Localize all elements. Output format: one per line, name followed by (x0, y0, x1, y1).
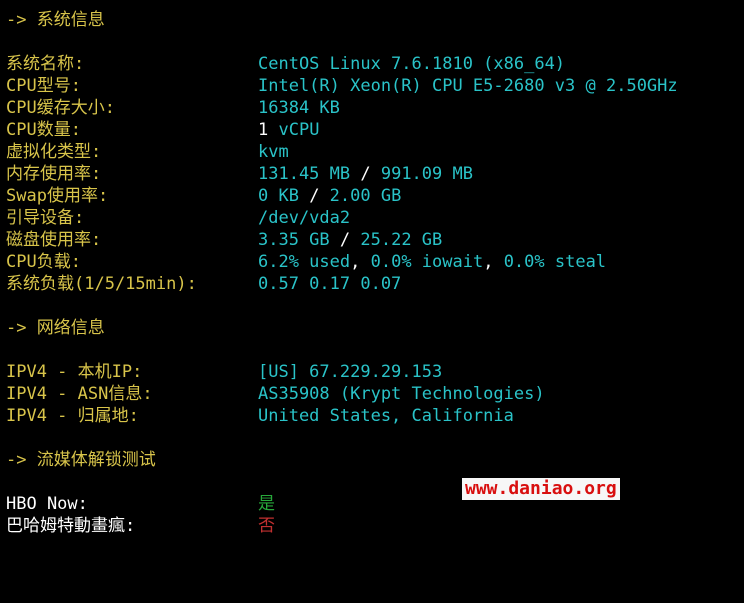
swap-separator: / (298, 186, 330, 206)
cpu-model-label: CPU型号: (6, 76, 81, 96)
swap-usage-value: 0 KB / 2.00 GB (258, 185, 401, 207)
cpu-load-comma-1: , (350, 252, 361, 272)
cpu-used: 6.2% used (258, 252, 351, 272)
system-load-label: 系统负载(1/5/15min): (6, 274, 197, 294)
row-os-name: 系统名称: CentOS Linux 7.6.1810 (x86_64) (6, 53, 742, 75)
ipv4-location-label: IPV4 - 归属地: (6, 406, 139, 426)
cpu-model-value: Intel(R) Xeon(R) CPU E5-2680 v3 @ 2.50GH… (258, 76, 678, 96)
hbo-now-label: HBO Now: (6, 494, 88, 514)
disk-separator: / (329, 230, 361, 250)
virtualization-value: kvm (258, 142, 289, 162)
row-cpu-model: CPU型号: Intel(R) Xeon(R) CPU E5-2680 v3 @… (6, 75, 742, 97)
media-unlock-header: -> 流媒体解锁测试 (6, 450, 156, 470)
virtualization-label: 虚拟化类型: (6, 142, 102, 162)
row-hbo-now: HBO Now: 是 (6, 493, 742, 515)
ipv4-address-value: [US] 67.229.29.153 (258, 362, 443, 382)
row-memory-usage: 内存使用率: 131.45 MB / 991.09 MB (6, 163, 742, 185)
cpu-cache-label: CPU缓存大小: (6, 98, 115, 118)
system-info-header: -> 系统信息 (6, 10, 105, 30)
boot-device-label: 引导设备: (6, 208, 85, 228)
memory-usage-value: 131.45 MB / 991.09 MB (258, 163, 473, 185)
ipv4-address-label: IPV4 - 本机IP: (6, 362, 143, 382)
bahamut-status: 否 (258, 516, 275, 536)
row-ipv4-address: IPV4 - 本机IP: [US] 67.229.29.153 (6, 361, 742, 383)
os-name-value: CentOS Linux 7.6.1810 (x86_64) (258, 54, 566, 74)
cpu-count-label: CPU数量: (6, 120, 81, 140)
row-cpu-cache: CPU缓存大小: 16384 KB (6, 97, 742, 119)
cpu-load-comma-2: , (483, 252, 494, 272)
row-virtualization: 虚拟化类型: kvm (6, 141, 742, 163)
cpu-load-label: CPU负载: (6, 252, 81, 272)
memory-used: 131.45 MB (258, 164, 351, 184)
cpu-steal: 0.0% steal (493, 252, 607, 272)
row-cpu-count: CPU数量: 1 vCPU (6, 119, 742, 141)
cpu-count-number: 1 (258, 120, 269, 140)
ipv4-asn-value: AS35908 (Krypt Technologies) (258, 384, 545, 404)
cpu-cache-value: 16384 KB (258, 98, 340, 118)
hbo-now-status: 是 (258, 494, 275, 514)
bahamut-label: 巴哈姆特動畫瘋: (6, 516, 136, 536)
network-info-header: -> 网络信息 (6, 318, 105, 338)
boot-device-value: /dev/vda2 (258, 208, 351, 228)
disk-usage-label: 磁盘使用率: (6, 230, 102, 250)
row-bahamut: 巴哈姆特動畫瘋: 否 (6, 515, 742, 537)
disk-used: 3.35 GB (258, 230, 330, 250)
disk-total: 25.22 GB (360, 230, 443, 250)
cpu-iowait: 0.0% iowait (360, 252, 484, 272)
memory-usage-label: 内存使用率: (6, 164, 102, 184)
cpu-count-value: 1 vCPU (258, 119, 319, 141)
row-system-load: 系统负载(1/5/15min): 0.57 0.17 0.07 (6, 273, 742, 295)
row-swap-usage: Swap使用率: 0 KB / 2.00 GB (6, 185, 742, 207)
memory-separator: / (350, 164, 381, 184)
ipv4-location-value: United States, California (258, 406, 514, 426)
system-load-value: 0.57 0.17 0.07 (258, 274, 402, 294)
swap-used: 0 KB (258, 186, 299, 206)
os-name-label: 系统名称: (6, 54, 85, 74)
row-boot-device: 引导设备: /dev/vda2 (6, 207, 742, 229)
ipv4-asn-label: IPV4 - ASN信息: (6, 384, 153, 404)
row-cpu-load: CPU负载: 6.2% used, 0.0% iowait, 0.0% stea… (6, 251, 742, 273)
row-ipv4-asn: IPV4 - ASN信息: AS35908 (Krypt Technologie… (6, 383, 742, 405)
memory-total: 991.09 MB (380, 164, 473, 184)
terminal-output: -> 系统信息 系统名称: CentOS Linux 7.6.1810 (x86… (6, 9, 742, 537)
swap-usage-label: Swap使用率: (6, 186, 109, 206)
disk-usage-value: 3.35 GB / 25.22 GB (258, 229, 442, 251)
cpu-load-value: 6.2% used, 0.0% iowait, 0.0% steal (258, 251, 606, 273)
watermark-text: www.daniao.org (462, 478, 620, 500)
swap-total: 2.00 GB (329, 186, 402, 206)
row-ipv4-location: IPV4 - 归属地: United States, California (6, 405, 742, 427)
cpu-count-unit: vCPU (268, 120, 320, 140)
row-disk-usage: 磁盘使用率: 3.35 GB / 25.22 GB (6, 229, 742, 251)
